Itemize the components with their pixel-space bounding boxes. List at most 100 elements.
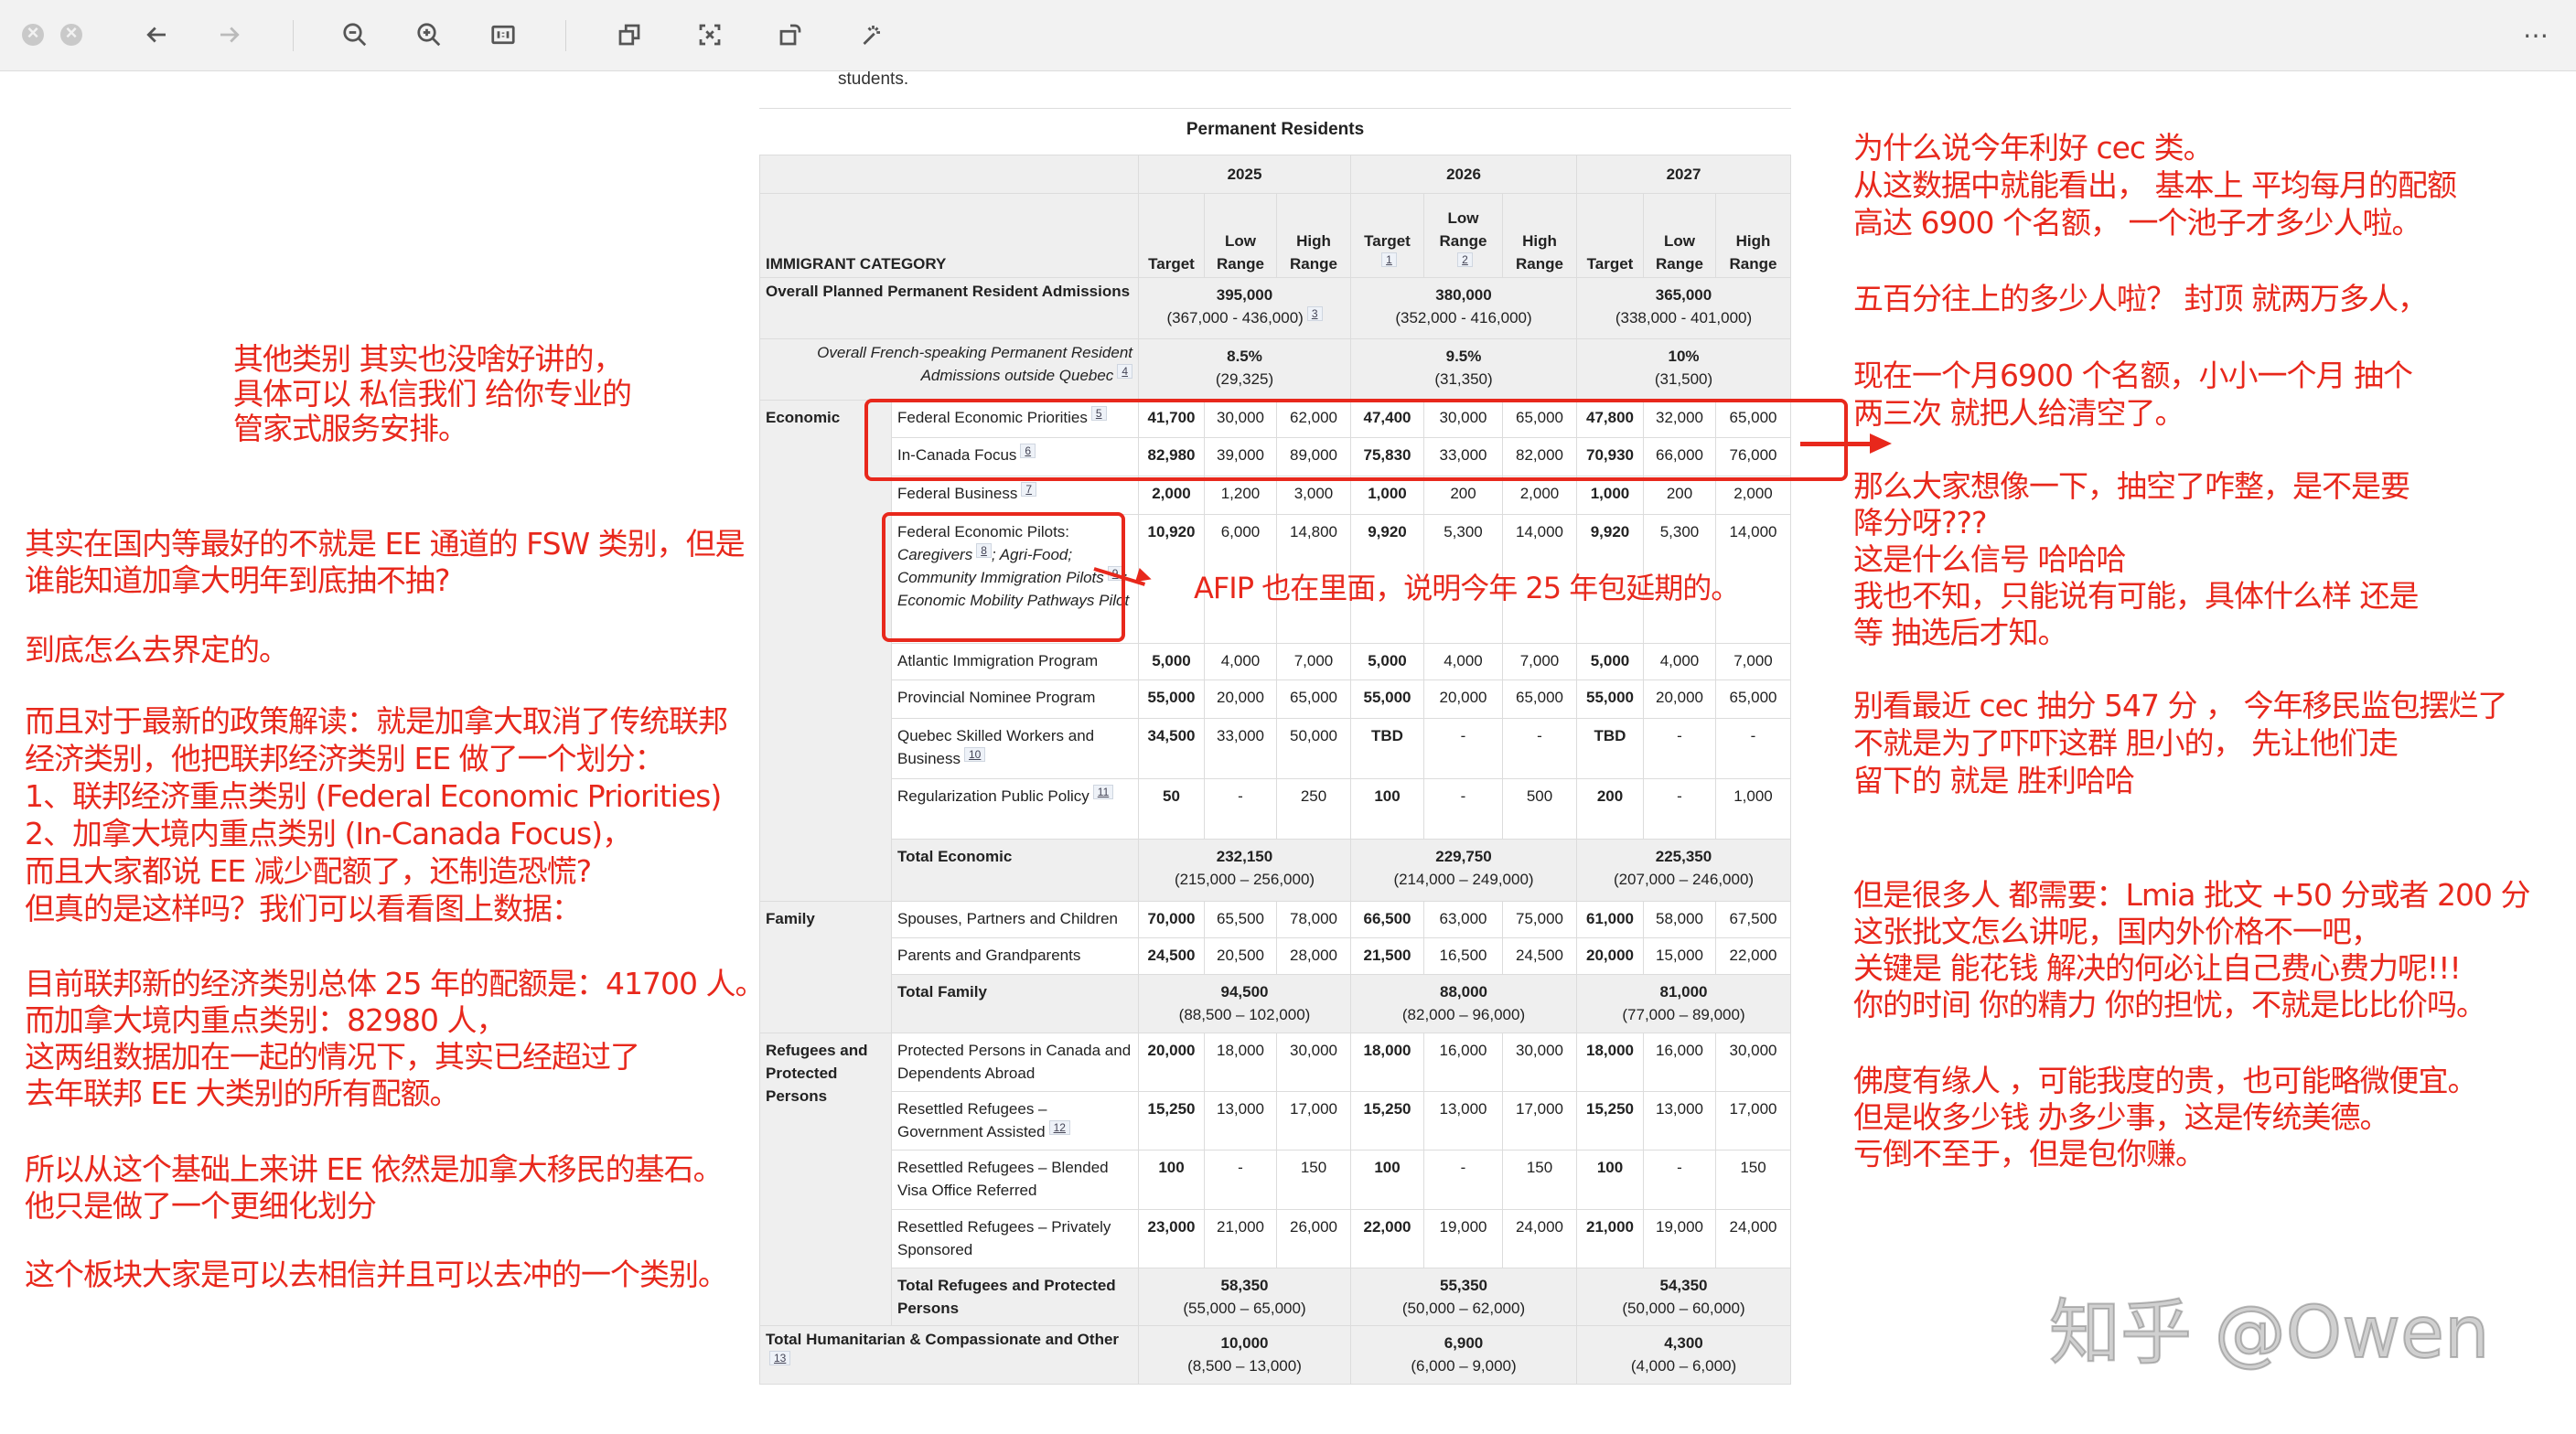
footnote-link[interactable]: 10 bbox=[963, 747, 986, 762]
target-value: 1,000 bbox=[1350, 476, 1424, 515]
table-row: Regularization Public Policy 11 50-250 100-… bbox=[760, 778, 1791, 840]
summary-value-cell: 8.5% (29,325) bbox=[1138, 338, 1351, 401]
annotation-right-line: 关键是 能花钱 解决的何必让自己费心费力呢!!! bbox=[1853, 950, 2462, 986]
column-header-low: Low Range bbox=[1204, 193, 1277, 278]
total-value-cell: 94,500 (88,500 – 102,000) bbox=[1138, 974, 1351, 1033]
column-header-label: Target bbox=[1148, 255, 1195, 273]
annotation-right-line: 我也不知，只能说有可能，具体什么样 还是 bbox=[1853, 578, 2419, 614]
summary-value: 9.5% bbox=[1445, 348, 1482, 365]
total-value: 81,000 bbox=[1659, 983, 1708, 1001]
footnote-link[interactable]: 2 bbox=[1457, 252, 1473, 267]
target-value: 15,250 bbox=[1576, 1091, 1644, 1150]
header-blank bbox=[759, 155, 1139, 194]
total-value: 225,350 bbox=[1655, 848, 1712, 865]
arrow-head-icon bbox=[1870, 433, 1892, 454]
high-range-value: 22,000 bbox=[1715, 937, 1791, 975]
high-range-value: - bbox=[1715, 718, 1791, 779]
summary-label: Overall Planned Permanent Resident Admis… bbox=[759, 277, 1139, 339]
low-range-value: - bbox=[1643, 1150, 1716, 1210]
total-value: 232,150 bbox=[1216, 848, 1273, 865]
forward-arrow-icon[interactable] bbox=[211, 16, 248, 53]
window-icon[interactable] bbox=[611, 16, 648, 53]
high-range-value: 78,000 bbox=[1276, 901, 1351, 938]
column-header-label: Target bbox=[1586, 255, 1634, 273]
column-header-label: Target bbox=[1364, 232, 1411, 250]
footer-range: (8,500 – 13,000) bbox=[1187, 1357, 1302, 1375]
target-value: 50 bbox=[1138, 778, 1205, 840]
footnote-link[interactable]: 1 bbox=[1381, 252, 1397, 267]
category-label: Resettled Refugees – Privately Sponsored bbox=[891, 1209, 1139, 1268]
column-header-target: Target 1 bbox=[1350, 193, 1424, 278]
high-range-value: 7,000 bbox=[1502, 643, 1577, 680]
rotate-icon[interactable] bbox=[772, 16, 809, 53]
total-value: 88,000 bbox=[1440, 983, 1487, 1001]
summary-range-text: (367,000 - 436,000) bbox=[1166, 309, 1304, 326]
close-icon[interactable] bbox=[22, 21, 44, 46]
annotation-right-line: 不就是为了吓吓这群 胆小的， 先让他们走 bbox=[1853, 725, 2399, 761]
table-row: Family Spouses, Partners and Children 70,0… bbox=[759, 901, 1791, 1033]
year-header: 2026 bbox=[1350, 155, 1577, 194]
total-range: (88,500 – 102,000) bbox=[1178, 1006, 1311, 1023]
footer-range: (6,000 – 9,000) bbox=[1411, 1357, 1517, 1375]
summary-value-cell: 9.5% (31,350) bbox=[1350, 338, 1577, 401]
target-value: TBD bbox=[1576, 718, 1644, 779]
zoom-out-icon[interactable] bbox=[337, 16, 373, 53]
actual-size-icon[interactable] bbox=[485, 16, 521, 53]
annotation-left-line: 其实在国内等最好的不就是 EE 通道的 FSW 类别，但是 bbox=[25, 526, 746, 562]
high-range-value: 250 bbox=[1276, 778, 1351, 840]
footer-value-cell: 6,900 (6,000 – 9,000) bbox=[1350, 1325, 1577, 1385]
table-row: Total Family 94,500 (88,500 – 102,000) 88,0… bbox=[760, 974, 1791, 1033]
category-label: Resettled Refugees – Government Assisted… bbox=[891, 1091, 1139, 1150]
annotation-right-line: 现在一个月6900 个名额，小小一个月 抽个 bbox=[1853, 358, 2413, 393]
category-label-part: Resettled Refugees – Government Assisted bbox=[897, 1100, 1047, 1140]
target-value: 20,000 bbox=[1576, 937, 1644, 975]
annotation-left-line: 2、加拿大境内重点类别 (In-Canada Focus)， bbox=[25, 816, 632, 851]
low-range-value: 1,200 bbox=[1204, 476, 1277, 515]
category-label-part: Resettled Refugees – Privately Sponsored bbox=[897, 1218, 1111, 1258]
low-range-value: 33,000 bbox=[1204, 718, 1277, 779]
total-range: (50,000 – 60,000) bbox=[1622, 1300, 1745, 1317]
total-value-cell: 232,150 (215,000 – 256,000) bbox=[1138, 839, 1351, 902]
column-header-target: Target bbox=[1576, 193, 1644, 278]
table-row: Overall French-speaking Permanent Reside… bbox=[759, 338, 1791, 401]
category-label-part: Federal Business bbox=[897, 485, 1018, 502]
annotation-left-line: 所以从这个基础上来讲 EE 依然是加拿大移民的基石。 bbox=[25, 1151, 724, 1187]
footnote-link[interactable]: 12 bbox=[1048, 1120, 1070, 1135]
summary-range-text: (31,350) bbox=[1434, 370, 1493, 388]
category-label-part: Quebec Skilled Workers and Business bbox=[897, 727, 1095, 767]
table-row: Total Refugees and Protected Persons 58,3… bbox=[760, 1268, 1791, 1326]
summary-label: Overall French-speaking Permanent Reside… bbox=[759, 338, 1139, 401]
more-icon[interactable]: ⋯ bbox=[2517, 16, 2554, 53]
viewer-toolbar: ⋯ bbox=[0, 0, 2576, 71]
summary-range: (352,000 - 416,000) bbox=[1357, 306, 1571, 329]
summary-range-text: (352,000 - 416,000) bbox=[1395, 309, 1532, 326]
summary-value-cell: 380,000 (352,000 - 416,000) bbox=[1350, 277, 1577, 339]
footnote-link[interactable]: 13 bbox=[769, 1351, 791, 1365]
footnote-link[interactable]: 4 bbox=[1117, 364, 1132, 379]
column-header-label: High Range bbox=[1290, 232, 1337, 273]
total-value: 58,350 bbox=[1220, 1277, 1269, 1294]
category-label: Protected Persons in Canada and Dependen… bbox=[891, 1033, 1139, 1092]
annotation-left-line: 经济类别，他把联邦经济类别 EE 做了一个划分： bbox=[25, 741, 665, 776]
target-value: 5,000 bbox=[1576, 643, 1644, 680]
low-range-value: 63,000 bbox=[1423, 901, 1503, 938]
crop-icon[interactable] bbox=[692, 16, 728, 53]
target-value: 66,500 bbox=[1350, 901, 1424, 938]
annotation-left-line: 这个板块大家是可以去相信并且可以去冲的一个类别。 bbox=[25, 1257, 728, 1292]
zoom-in-icon[interactable] bbox=[411, 16, 447, 53]
footnote-link[interactable]: 3 bbox=[1306, 306, 1323, 321]
magic-wand-icon[interactable] bbox=[853, 16, 889, 53]
minimize-icon[interactable] bbox=[60, 21, 82, 46]
footnote-link[interactable]: 7 bbox=[1021, 482, 1037, 497]
total-value: 55,350 bbox=[1440, 1277, 1487, 1294]
total-label: Total Economic bbox=[891, 839, 1139, 902]
annotation-right-line: 五百分往上的多少人啦？ 封顶 就两万多人， bbox=[1853, 281, 2428, 316]
target-value: 61,000 bbox=[1576, 901, 1644, 938]
low-range-value: 4,000 bbox=[1423, 643, 1503, 680]
footnote-link[interactable]: 11 bbox=[1092, 785, 1114, 799]
total-value: 94,500 bbox=[1220, 983, 1269, 1001]
target-value: 100 bbox=[1576, 1150, 1644, 1210]
low-range-value: 20,000 bbox=[1423, 680, 1503, 719]
back-arrow-icon[interactable] bbox=[138, 16, 175, 53]
summary-range-text: (31,500) bbox=[1654, 370, 1713, 388]
